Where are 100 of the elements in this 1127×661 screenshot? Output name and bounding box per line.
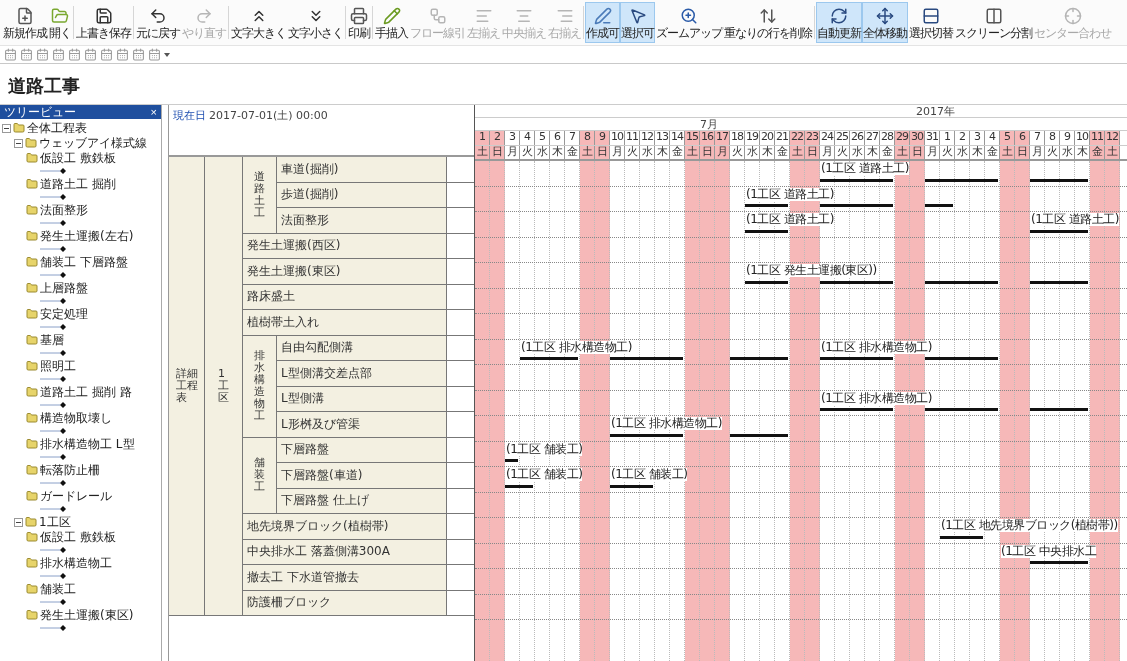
- weekday-cell: 月: [505, 146, 520, 159]
- toolbar-button[interactable]: 選択切替: [908, 2, 954, 43]
- calendar-button[interactable]: [100, 48, 113, 61]
- table-cell: 防護柵ブロック: [243, 590, 447, 616]
- tree-item[interactable]: 照明工: [40, 359, 76, 372]
- tree-item[interactable]: 道路土工 掘削: [40, 177, 116, 190]
- tree-item[interactable]: 仮設工 敷鉄板: [40, 530, 116, 543]
- weekday-cell: 火: [730, 146, 745, 159]
- weekday-cell: 日: [595, 146, 610, 159]
- close-button[interactable]: ×: [150, 106, 157, 118]
- page-title: 道路工事: [7, 74, 81, 98]
- task-bar[interactable]: [745, 229, 788, 233]
- tree-item[interactable]: 舗装工: [40, 582, 76, 595]
- task-bar[interactable]: [820, 280, 893, 284]
- tree-item[interactable]: 安定処理: [40, 307, 88, 320]
- tree-item[interactable]: 構造物取壊し: [40, 411, 112, 424]
- calendar-button[interactable]: [52, 48, 65, 61]
- calendar-button[interactable]: [84, 48, 97, 61]
- pen-icon: [593, 6, 612, 25]
- calendar-button[interactable]: [132, 48, 145, 61]
- task-bar[interactable]: [730, 433, 788, 437]
- day-cell: 31: [925, 131, 940, 145]
- task-bar[interactable]: [505, 484, 533, 488]
- tree-item[interactable]: 基層: [40, 333, 64, 346]
- collapse-icon[interactable]: [14, 139, 23, 148]
- calendar-button[interactable]: [20, 48, 33, 61]
- calendar-button[interactable]: [116, 48, 129, 61]
- toolbar-button[interactable]: 印刷: [347, 2, 371, 43]
- tree-item[interactable]: 上層路盤: [40, 281, 88, 294]
- weekday-cell: 水: [745, 146, 760, 159]
- weekday-cell: 月: [1030, 146, 1045, 159]
- tree-item[interactable]: 全体工程表: [27, 121, 87, 134]
- calendar-button[interactable]: [4, 48, 17, 61]
- toolbar-button[interactable]: 文字大きく: [230, 2, 287, 43]
- collapse-icon[interactable]: [2, 124, 11, 133]
- tree-item[interactable]: 舗装工 下層路盤: [40, 255, 128, 268]
- toolbar-button[interactable]: 手描入: [374, 2, 409, 43]
- tree-item[interactable]: 排水構造物工: [40, 556, 112, 569]
- tree-item[interactable]: 発生土運搬(東区): [40, 608, 134, 621]
- tree-item[interactable]: 1工区: [39, 515, 71, 528]
- day-cell: 21: [775, 131, 790, 145]
- toolbar-button[interactable]: 上書き保存: [75, 2, 132, 43]
- toolbar-button[interactable]: 全体移動: [862, 2, 908, 43]
- weekday-cell: 木: [970, 146, 985, 159]
- line-diamond-icon: [40, 323, 66, 330]
- task-bar[interactable]: [1030, 229, 1088, 233]
- tree-item[interactable]: ガードレール: [40, 489, 112, 502]
- calendar-button[interactable]: [36, 48, 49, 61]
- task-bar[interactable]: [925, 280, 998, 284]
- toolbar-button[interactable]: 重なりの行を削除: [723, 2, 813, 43]
- caret-icon[interactable]: [164, 52, 170, 57]
- task-label: (1工区 中央排水工: [1001, 544, 1097, 558]
- toolbar-button[interactable]: 文字小さく: [287, 2, 344, 43]
- task-bar[interactable]: [745, 280, 788, 284]
- weekday-cell: 土: [1000, 146, 1015, 159]
- folder-icon: [26, 582, 38, 595]
- task-bar[interactable]: [610, 433, 683, 437]
- calendar-button[interactable]: [68, 48, 81, 61]
- toolbar-button[interactable]: ズームアップ: [655, 2, 723, 43]
- tree-item[interactable]: 転落防止柵: [40, 463, 100, 476]
- tree-item[interactable]: 法面整形: [40, 203, 88, 216]
- task-bar[interactable]: [1030, 178, 1088, 182]
- day-cell: 10: [1075, 131, 1090, 145]
- task-label: (1工区 舗装工): [506, 468, 583, 481]
- weekday-cell: 金: [1090, 146, 1105, 159]
- task-label: (1工区 舗装工): [506, 442, 583, 456]
- table-cell: 中央排水工 落蓋側溝300A: [243, 539, 447, 565]
- tree-item[interactable]: 道路土工 掘削 路: [40, 385, 132, 398]
- toolbar-button[interactable]: 作成可: [585, 2, 620, 43]
- toolbar-button[interactable]: 自動更新: [816, 2, 862, 43]
- collapse-icon[interactable]: [14, 518, 23, 527]
- tree-item[interactable]: 仮設工 敷鉄板: [40, 151, 116, 164]
- table-cell: 詳細工程表: [169, 157, 205, 616]
- toolbar-button[interactable]: 開く: [48, 2, 72, 43]
- pencil-icon: [382, 6, 401, 25]
- toolbar-button[interactable]: 元に戻す: [135, 2, 181, 43]
- tree-item[interactable]: 排水構造物工 L型: [40, 437, 135, 450]
- table-cell: 撤去工 下水道管撤去: [243, 565, 447, 591]
- toolbar-button[interactable]: スクリーン分割: [954, 2, 1033, 43]
- folder-icon: [26, 359, 38, 372]
- table-cell: 路床盛土: [243, 284, 447, 310]
- calendar-icon: [4, 48, 17, 61]
- tree-item[interactable]: 発生土運搬(左右): [40, 229, 134, 242]
- task-label: (1工区 排水構造物工): [821, 340, 932, 354]
- toolbar-button[interactable]: 選択可: [620, 2, 655, 43]
- line-diamond-icon: [40, 505, 66, 512]
- line-diamond-icon: [40, 427, 66, 434]
- task-bar[interactable]: [1030, 280, 1088, 284]
- folder-icon: [26, 556, 38, 569]
- task-bar[interactable]: [820, 178, 893, 182]
- toolbar-button[interactable]: 新規作成: [2, 2, 48, 43]
- task-bar[interactable]: [610, 484, 653, 488]
- weekday-cell: 水: [1060, 146, 1075, 159]
- task-bar[interactable]: [940, 535, 983, 539]
- folder-icon: [26, 411, 38, 424]
- task-bar[interactable]: [925, 178, 998, 182]
- tree-item[interactable]: ウェッブアイ様式線: [39, 136, 147, 149]
- table-cell: 発生土運搬(西区): [243, 233, 447, 259]
- weekday-cell: 火: [520, 146, 535, 159]
- task-label: (1工区 舗装工): [611, 468, 688, 481]
